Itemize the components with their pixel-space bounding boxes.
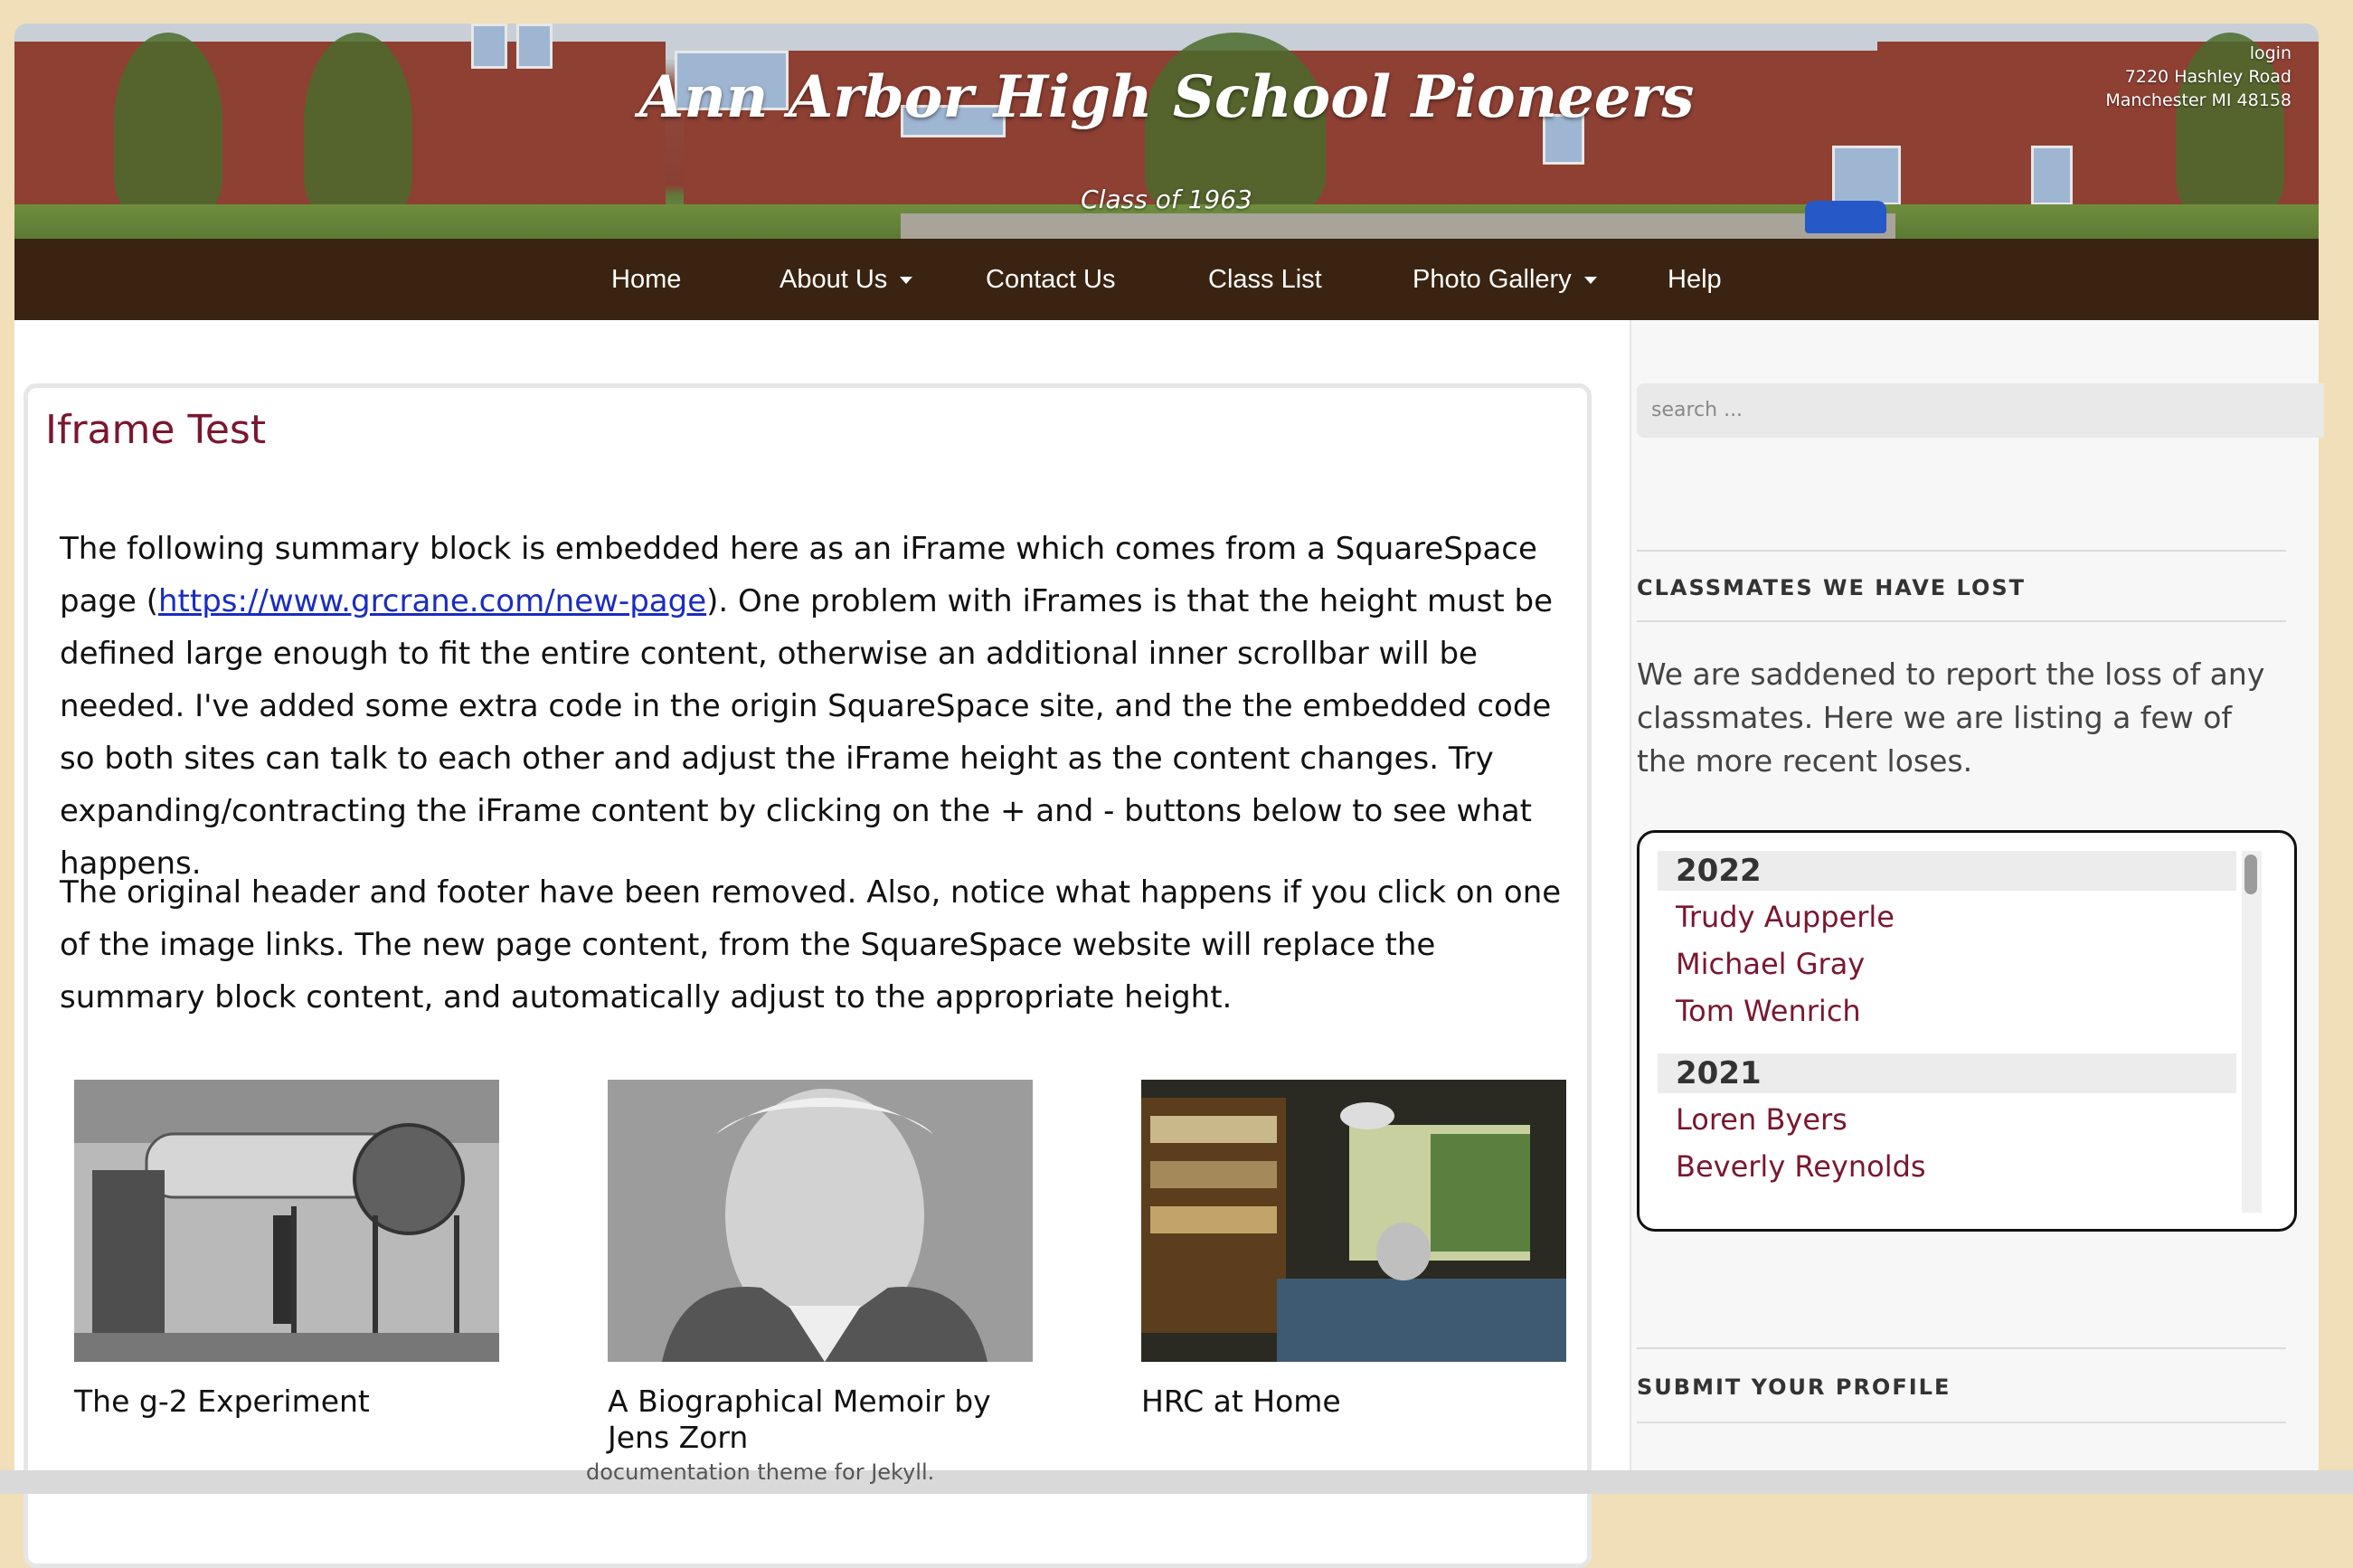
- nav-label: Class List: [1208, 265, 1322, 294]
- nav-item-photo-gallery[interactable]: Photo Gallery: [1413, 239, 1597, 320]
- portrait-photo: [608, 1080, 1033, 1362]
- squarespace-link[interactable]: https://www.grcrane.com/new-page: [158, 583, 706, 619]
- list-item[interactable]: Tom Wenrich: [1676, 994, 1861, 1028]
- nav-item-home[interactable]: Home: [611, 239, 681, 320]
- intro-paragraph: The following summary block is embedded …: [60, 531, 1553, 882]
- chevron-down-icon: [1583, 277, 1597, 285]
- site-title[interactable]: Ann Arbor High School Pioneers: [14, 63, 2319, 131]
- divider: [1637, 550, 2286, 552]
- nav-item-help[interactable]: Help: [1668, 239, 1722, 320]
- scrollbar-thumb[interactable]: [2244, 855, 2257, 894]
- divider: [1637, 620, 2286, 622]
- list-item[interactable]: Michael Gray: [1676, 947, 1865, 981]
- banner-window: [516, 24, 553, 69]
- nav-item-contact-us[interactable]: Contact Us: [986, 239, 1115, 320]
- nav-label: Help: [1668, 265, 1722, 294]
- footer-partial-text: documentation theme for Jekyll.: [586, 1459, 935, 1485]
- lost-description: We are saddened to report the loss of an…: [1637, 656, 2265, 779]
- main-nav: Home About Us Contact Us Class List Phot…: [14, 239, 2319, 320]
- search-input[interactable]: search ...: [1637, 383, 2324, 438]
- divider: [1637, 1347, 2286, 1349]
- scrollbar[interactable]: [2242, 851, 2262, 1213]
- year-header: 2022: [1658, 851, 2236, 891]
- card-image-hrc-at-home[interactable]: [1141, 1080, 1566, 1362]
- card-caption[interactable]: HRC at Home: [1141, 1384, 1575, 1420]
- list-item[interactable]: Loren Byers: [1676, 1102, 1847, 1137]
- card-image-g2-experiment[interactable]: [74, 1080, 499, 1362]
- banner-walkway: [901, 213, 1895, 239]
- second-paragraph: The original header and footer have been…: [60, 874, 1562, 1015]
- overlay-strip: [0, 1470, 2353, 1494]
- widget-title-submit: SUBMIT YOUR PROFILE: [1637, 1374, 1951, 1400]
- lab-photo: [74, 1080, 499, 1362]
- nav-label: About Us: [780, 265, 888, 294]
- login-link[interactable]: login: [2105, 42, 2292, 65]
- study-photo: [1141, 1080, 1566, 1362]
- address-line-1: 7220 Hashley Road: [2124, 67, 2292, 87]
- header-info: login 7220 Hashley Road Manchester MI 48…: [2105, 42, 2292, 112]
- card-caption[interactable]: A Biographical Memoir by Jens Zorn: [608, 1384, 1042, 1456]
- list-item[interactable]: Trudy Aupperle: [1676, 900, 1895, 934]
- nav-item-about-us[interactable]: About Us: [780, 239, 913, 320]
- divider: [1637, 1422, 2286, 1423]
- nav-item-class-list[interactable]: Class List: [1208, 239, 1322, 320]
- card-caption[interactable]: The g-2 Experiment: [74, 1384, 508, 1420]
- nav-label: Photo Gallery: [1413, 265, 1572, 294]
- nav-label: Contact Us: [986, 265, 1116, 294]
- page-title: Iframe Test: [45, 407, 267, 453]
- widget-title-lost: CLASSMATES WE HAVE LOST: [1637, 575, 2027, 600]
- address-line-2: Manchester MI 48158: [2105, 90, 2292, 110]
- card-image-biographical-memoir[interactable]: [608, 1080, 1033, 1362]
- nav-label: Home: [611, 265, 682, 294]
- banner-window: [471, 24, 507, 69]
- lost-classmates-list[interactable]: 2022 Trudy Aupperle Michael Gray Tom Wen…: [1637, 830, 2297, 1232]
- header-banner: Ann Arbor High School Pioneers Class of …: [14, 24, 2319, 239]
- chevron-down-icon: [900, 277, 913, 285]
- list-item[interactable]: Beverly Reynolds: [1676, 1149, 1926, 1184]
- site-subtitle: Class of 1963: [1081, 184, 1252, 214]
- year-header: 2021: [1658, 1053, 2236, 1093]
